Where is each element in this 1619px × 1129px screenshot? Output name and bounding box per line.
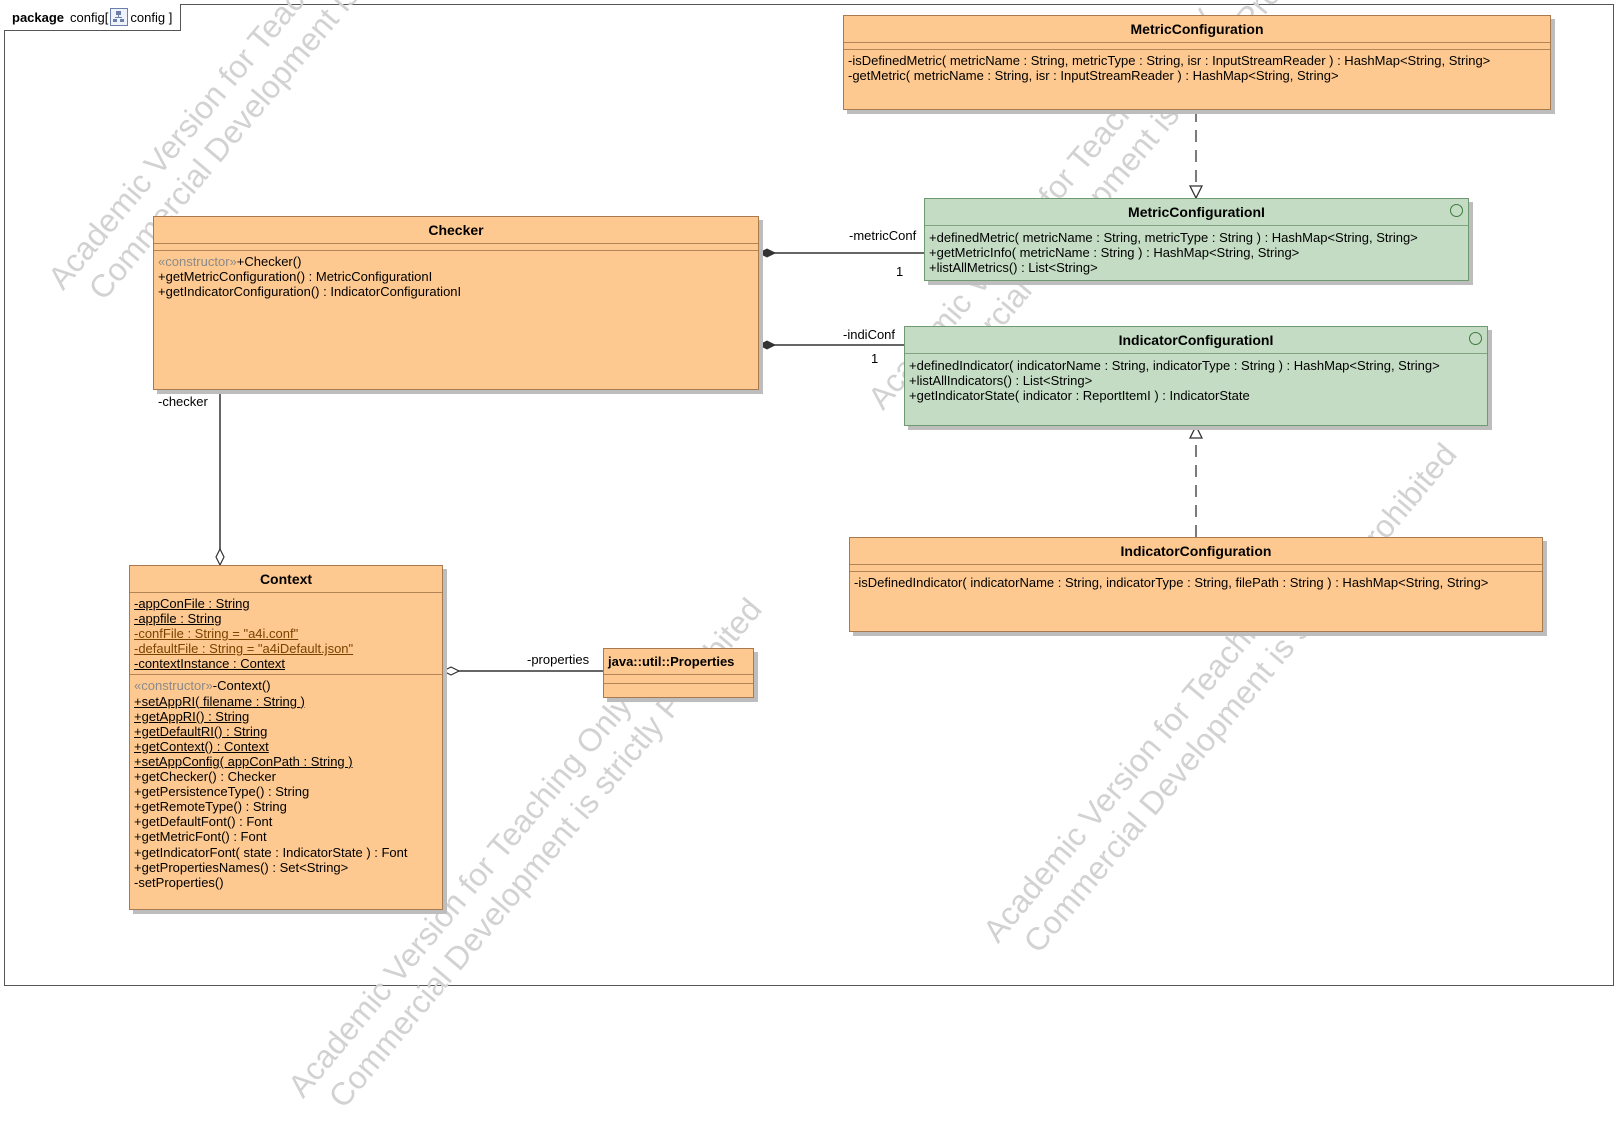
attributes-compartment: -appConFile : String -appfile : String -… — [130, 593, 442, 676]
operations-compartment: -isDefinedIndicator( indicatorName : Str… — [850, 572, 1542, 593]
operation: +definedIndicator( indicatorName : Strin… — [909, 358, 1440, 373]
operations-compartment: -isDefinedMetric( metricName : String, m… — [844, 50, 1550, 86]
attribute: -confFile : String = "a4i.conf" — [134, 626, 299, 642]
static-operation: +setAppRI( filename : String ) — [134, 693, 305, 709]
interface-icon — [1469, 332, 1482, 345]
operations-compartment: «constructor»-Context() +setAppRI( filen… — [130, 675, 442, 892]
interface-indicator-configuration-i[interactable]: IndicatorConfigurationI +definedIndicato… — [904, 326, 1488, 426]
operation: -getMetric( metricName : String, isr : I… — [848, 68, 1339, 84]
operation: +getPropertiesNames() : Set<String> — [134, 859, 349, 875]
attributes-compartment — [850, 565, 1542, 572]
operation: +getMetricFont() : Font — [134, 829, 267, 845]
class-name: Context — [130, 566, 442, 593]
static-operation: +getAppRI() : String — [134, 708, 250, 724]
class-name: Checker — [154, 217, 758, 244]
attribute: -defaultFile : String = "a4iDefault.json… — [134, 641, 354, 657]
interface-metric-configuration-i[interactable]: MetricConfigurationI +definedMetric( met… — [924, 198, 1469, 281]
role-label-checker: -checker — [158, 394, 208, 409]
class-name: MetricConfigurationI — [925, 199, 1468, 226]
operations-compartment: +definedMetric( metricName : String, met… — [925, 226, 1468, 278]
stereotype: «constructor» — [134, 678, 213, 694]
operation: +getRemoteType() : String — [134, 799, 287, 815]
diagram-name: config — [130, 10, 166, 25]
package-tab: package config[config ] — [4, 4, 182, 31]
operation: +getIndicatorFont( state : IndicatorStat… — [134, 844, 408, 860]
multiplicity-label-indi-conf: 1 — [871, 351, 879, 366]
package-keyword: package — [12, 10, 65, 25]
aggregation-diamond-properties — [441, 666, 461, 676]
static-operation: +setAppConfig( appConPath : String ) — [134, 753, 353, 769]
class-metric-configuration[interactable]: MetricConfiguration -isDefinedMetric( me… — [843, 15, 1551, 110]
operation: +getIndicatorState( indicator : ReportIt… — [909, 388, 1250, 404]
class-name: java::util::Properties — [604, 649, 753, 675]
operation: -setProperties() — [134, 874, 224, 890]
package-name: config — [70, 10, 105, 25]
static-operation: +getDefaultRI() : String — [134, 723, 268, 739]
operation: +getPersistenceType() : String — [134, 784, 310, 800]
interface-icon — [1450, 204, 1463, 217]
attributes-compartment — [844, 43, 1550, 50]
constructor: +Checker() — [236, 254, 302, 269]
multiplicity-label-metric-conf: 1 — [896, 264, 904, 279]
attributes-compartment — [604, 675, 753, 684]
class-name: MetricConfiguration — [844, 16, 1550, 43]
realization-arrowhead-indicator — [1188, 424, 1204, 439]
class-checker[interactable]: Checker «constructor»+Checker() +getMetr… — [153, 216, 759, 390]
operation: -isDefinedMetric( metricName : String, m… — [848, 53, 1491, 68]
composition-diamond-indicator — [757, 340, 777, 350]
operation: +getIndicatorConfiguration() : Indicator… — [158, 284, 462, 300]
operation: +definedMetric( metricName : String, met… — [929, 230, 1418, 245]
aggregation-diamond-checker — [215, 547, 225, 567]
realization-arrowhead-metric — [1188, 185, 1204, 200]
role-label-metric-conf: -metricConf — [849, 228, 917, 243]
attribute: -contextInstance : Context — [134, 656, 286, 672]
operation: +listAllMetrics() : List<String> — [929, 260, 1098, 276]
class-diagram-icon — [110, 8, 129, 26]
constructor: -Context() — [212, 678, 271, 694]
operation: +getMetricInfo( metricName : String ) : … — [929, 245, 1300, 261]
role-label-indi-conf: -indiConf — [843, 327, 896, 342]
attribute: -appfile : String — [134, 611, 222, 627]
class-context[interactable]: Context -appConFile : String -appfile : … — [129, 565, 443, 910]
operation: +getChecker() : Checker — [134, 769, 276, 785]
role-label-properties: -properties — [527, 652, 590, 667]
attributes-compartment — [154, 244, 758, 251]
class-name: IndicatorConfiguration — [850, 538, 1542, 565]
operation: +listAllIndicators() : List<String> — [909, 373, 1093, 389]
operation: +getMetricConfiguration() : MetricConfig… — [158, 269, 433, 285]
operations-compartment: «constructor»+Checker() +getMetricConfig… — [154, 251, 758, 302]
operations-compartment — [604, 684, 753, 692]
composition-diamond-metric — [757, 248, 777, 258]
operations-compartment: +definedIndicator( indicatorName : Strin… — [905, 354, 1487, 406]
static-operation: +getContext() : Context — [134, 738, 269, 754]
class-indicator-configuration[interactable]: IndicatorConfiguration -isDefinedIndicat… — [849, 537, 1543, 632]
class-name: IndicatorConfigurationI — [905, 327, 1487, 354]
operation: -isDefinedIndicator( indicatorName : Str… — [854, 575, 1489, 590]
class-java-util-properties[interactable]: java::util::Properties — [603, 648, 754, 698]
attribute: -appConFile : String — [134, 596, 250, 611]
operation: +getDefaultFont() : Font — [134, 814, 273, 830]
stereotype: «constructor» — [158, 254, 237, 269]
